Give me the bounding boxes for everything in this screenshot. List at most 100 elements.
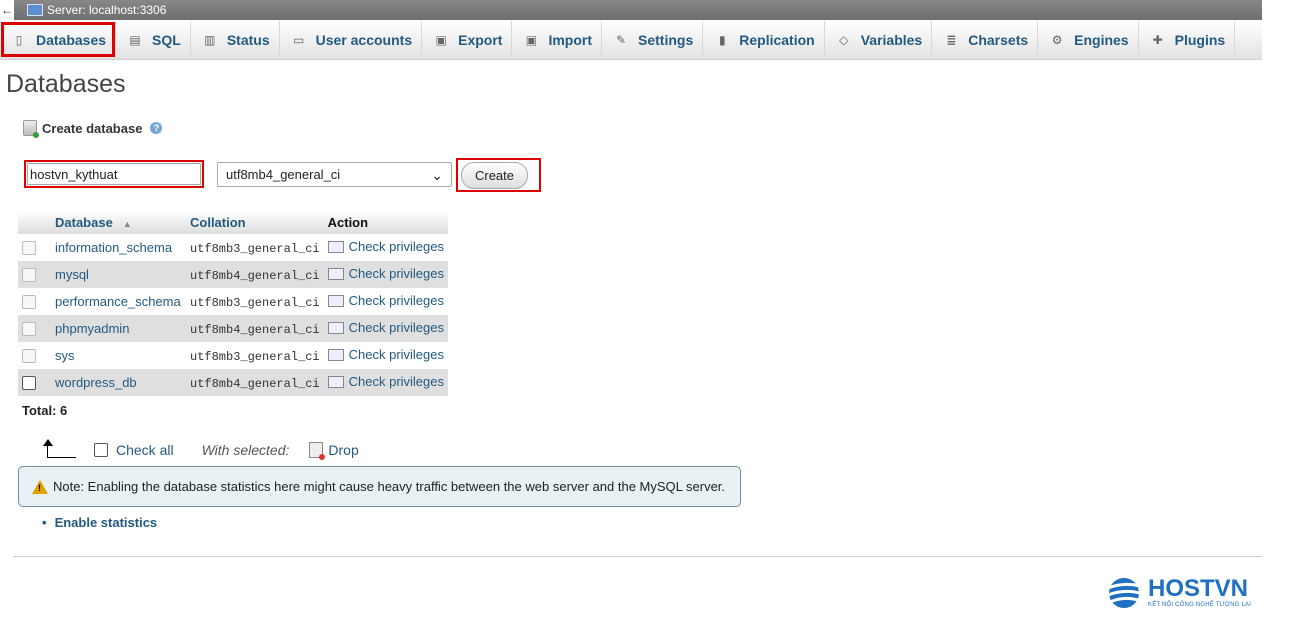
main-tab-bar: ▯ Databases ▤ SQL ▥ Status ▭ User accounts ▣ Expo…: [0, 21, 1262, 60]
tab-label: Databases: [36, 31, 107, 48]
table-row: sys utf8mb3_general_ci Check privileges: [18, 342, 448, 369]
tab-databases[interactable]: ▯ Databases: [0, 21, 117, 58]
database-name-cell: sys: [51, 342, 186, 369]
server-title[interactable]: Server: localhost:3306: [47, 3, 166, 17]
import-icon: ▣: [525, 32, 538, 47]
action-cell: Check privileges: [323, 261, 448, 288]
collation-value: utf8mb3_general_ci: [190, 349, 320, 364]
collation-value: utf8mb4_general_ci: [190, 268, 320, 283]
check-privileges-link[interactable]: Check privileges: [327, 320, 444, 335]
enable-statistics-link[interactable]: Enable statistics: [42, 515, 158, 530]
tab-import[interactable]: ▣ Import: [512, 21, 603, 58]
tab-label: Import: [548, 31, 593, 48]
row-checkbox[interactable]: [22, 349, 36, 364]
privileges-icon: [327, 240, 344, 253]
collation-cell: utf8mb4_general_ci: [186, 369, 324, 396]
tab-sql[interactable]: ▤ SQL: [116, 21, 191, 58]
logo-brand: HOSTVN: [1148, 575, 1249, 602]
row-checkbox[interactable]: [22, 295, 36, 310]
row-checkbox-cell: [18, 234, 51, 261]
table-row: phpmyadmin utf8mb4_general_ci Check privil…: [18, 315, 448, 342]
drop-icon: [309, 441, 326, 460]
arrow-up-icon: [43, 439, 76, 458]
check-privileges-link[interactable]: Check privileges: [327, 293, 444, 308]
statistics-note: ! Note: Enabling the database statistics…: [18, 466, 741, 507]
collation-cell: utf8mb3_general_ci: [186, 288, 324, 315]
tab-user-accounts[interactable]: ▭ User accounts: [280, 21, 423, 58]
tab-settings[interactable]: ✎ Settings: [602, 21, 704, 58]
row-checkbox-cell: [18, 342, 51, 369]
wrench-icon: ✎: [615, 32, 627, 47]
tab-label: SQL: [152, 31, 181, 48]
row-checkbox-cell: [18, 288, 51, 315]
users-icon: ▭: [292, 32, 305, 47]
table-row: performance_schema utf8mb3_general_ci Chec…: [18, 288, 448, 315]
check-privileges-link[interactable]: Check privileges: [327, 239, 444, 255]
action-cell: Check privileges: [323, 369, 448, 396]
collation-value: utf8mb4_general_ci: [190, 376, 320, 391]
action-cell: Check privileges: [323, 342, 448, 369]
hostvn-logo-mark-icon: [1107, 578, 1141, 608]
row-checkbox[interactable]: [22, 268, 36, 283]
collation-cell: utf8mb4_general_ci: [186, 261, 324, 288]
chevron-down-icon: ⌄: [431, 166, 443, 183]
warning-icon: !: [32, 479, 48, 494]
row-checkbox[interactable]: [22, 322, 36, 337]
collation-cell: utf8mb3_general_ci: [186, 234, 324, 261]
table-row: mysql utf8mb4_general_ci Check privileges: [18, 261, 448, 288]
sql-icon: ▤: [129, 32, 141, 47]
collation-select[interactable]: utf8mb4_general_ci ⌄: [217, 162, 452, 187]
check-all-label[interactable]: Check all: [116, 442, 174, 458]
tab-charsets[interactable]: ≣ Charsets: [932, 21, 1039, 58]
tab-label: Status: [226, 31, 270, 48]
check-all-checkbox[interactable]: [94, 442, 108, 457]
tab-status[interactable]: ▥ Status: [191, 21, 280, 58]
drop-button[interactable]: Drop: [309, 441, 359, 460]
export-icon: ▣: [435, 32, 447, 47]
check-privileges-link[interactable]: Check privileges: [327, 347, 444, 362]
help-icon[interactable]: ?: [150, 122, 163, 134]
tab-engines[interactable]: ⚙ Engines: [1038, 21, 1139, 58]
database-link[interactable]: phpmyadmin: [55, 321, 129, 336]
tab-export[interactable]: ▣ Export: [422, 21, 513, 58]
database-name-cell: wordpress_db: [51, 369, 186, 396]
collation-value: utf8mb3_general_ci: [190, 241, 320, 256]
tab-label: User accounts: [315, 31, 413, 48]
create-database-label: Create database: [42, 120, 143, 136]
header-action: Action: [323, 211, 448, 234]
variables-icon: ◇: [839, 32, 849, 47]
privileges-icon: [327, 267, 344, 280]
row-checkbox[interactable]: [22, 241, 36, 256]
database-link[interactable]: mysql: [55, 267, 89, 282]
tab-label: Engines: [1074, 31, 1129, 48]
tab-label: Settings: [638, 31, 694, 48]
tab-replication[interactable]: ▮ Replication: [703, 21, 825, 58]
row-checkbox[interactable]: [22, 376, 36, 391]
database-link[interactable]: performance_schema: [55, 294, 181, 309]
privileges-icon: [327, 375, 344, 388]
tab-plugins[interactable]: ✚ Plugins: [1139, 21, 1236, 58]
check-privileges-label: Check privileges: [348, 266, 444, 282]
database-name-cell: mysql: [51, 261, 186, 288]
check-privileges-link[interactable]: Check privileges: [327, 266, 444, 282]
drop-label: Drop: [328, 441, 359, 458]
check-privileges-label: Check privileges: [348, 239, 444, 255]
plugin-icon: ✚: [1152, 32, 1163, 47]
hostvn-logo: HOSTVN KẾT NỐI CÔNG NGHỆ TƯƠNG LAI: [1106, 574, 1258, 614]
database-link[interactable]: wordpress_db: [55, 375, 137, 390]
header-collation[interactable]: Collation: [186, 211, 324, 234]
collation-cell: utf8mb3_general_ci: [186, 342, 324, 369]
row-checkbox-cell: [18, 261, 51, 288]
database-link[interactable]: information_schema: [55, 240, 172, 255]
collation-cell: utf8mb4_general_ci: [186, 315, 324, 342]
tab-variables[interactable]: ◇ Variables: [825, 21, 933, 58]
create-button[interactable]: Create: [461, 162, 528, 189]
database-link[interactable]: sys: [55, 348, 75, 363]
back-arrow-icon[interactable]: ←: [0, 0, 14, 20]
row-checkbox-cell: [18, 369, 51, 396]
server-icon: [27, 4, 43, 16]
header-database[interactable]: Database ▲: [51, 211, 186, 234]
database-name-input[interactable]: [27, 163, 201, 185]
tab-label: Plugins: [1174, 31, 1226, 48]
check-privileges-link[interactable]: Check privileges: [327, 374, 444, 389]
